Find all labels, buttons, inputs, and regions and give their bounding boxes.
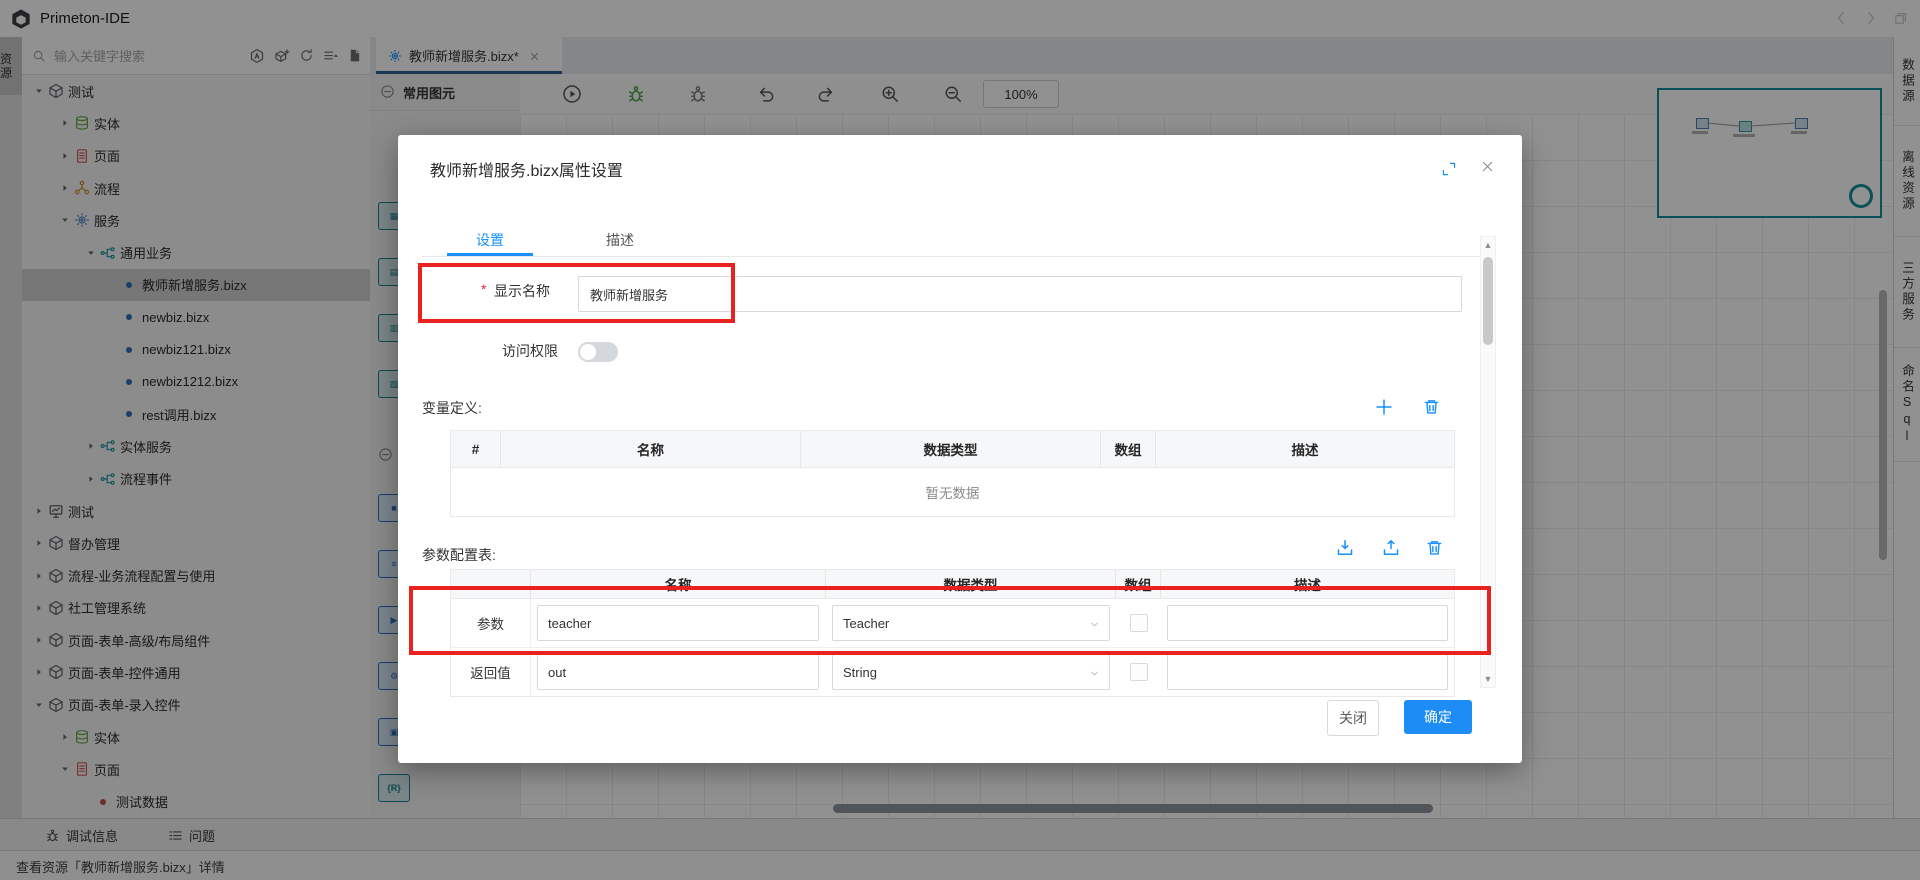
var-col-header: 名称 [501, 431, 801, 467]
access-label: 访问权限 [502, 341, 558, 361]
dialog-close-icon[interactable] [1480, 158, 1495, 176]
dialog-tab-2[interactable]: 描述 [577, 227, 663, 253]
app-window: Primeton-IDE 资源 测试实体页面流程服务通用业务教师新增服务.biz… [0, 0, 1920, 880]
export-params-icon[interactable] [1381, 538, 1401, 558]
annotation-box-param-row [409, 586, 1491, 655]
properties-dialog: 教师新增服务.bizx属性设置 设置描述 * 显示名称 访问权限 变量定义: #… [398, 135, 1522, 763]
fullscreen-icon[interactable] [1441, 160, 1457, 178]
variables-table: #名称数据类型数组描述 暂无数据 [450, 430, 1455, 517]
param-name-input[interactable] [537, 654, 819, 690]
var-col-header: 数组 [1101, 431, 1156, 467]
import-params-icon[interactable] [1335, 538, 1355, 558]
scrollbar-thumb[interactable] [1483, 257, 1493, 345]
param-desc-input[interactable] [1167, 654, 1448, 690]
access-toggle[interactable] [578, 342, 618, 362]
ok-button[interactable]: 确定 [1404, 700, 1472, 734]
param-kind-label: 返回值 [451, 648, 531, 696]
variables-title: 变量定义: [422, 398, 482, 418]
scroll-down-icon[interactable]: ▼ [1481, 674, 1495, 684]
close-button[interactable]: 关闭 [1327, 700, 1379, 736]
var-col-header: 数据类型 [801, 431, 1101, 467]
fullscreen-icon[interactable] [1441, 161, 1457, 177]
delete-params-icon[interactable] [1425, 538, 1445, 558]
scroll-up-icon[interactable]: ▲ [1481, 240, 1495, 250]
add-variable-icon[interactable] [1374, 397, 1394, 417]
add-variable-icon[interactable] [1374, 397, 1394, 417]
var-col-header: # [451, 431, 501, 467]
delete-params-icon[interactable] [1425, 538, 1444, 557]
chevron-down-icon[interactable] [1088, 667, 1101, 680]
export-params-icon[interactable] [1381, 538, 1401, 558]
params-title: 参数配置表: [422, 545, 496, 565]
param-row: 返回值 String [451, 648, 1454, 696]
dialog-close-icon[interactable] [1480, 159, 1495, 174]
var-col-header: 描述 [1156, 431, 1454, 467]
annotation-box-display-name [418, 263, 735, 323]
variables-empty-text: 暂无数据 [451, 468, 1454, 516]
dialog-title: 教师新增服务.bizx属性设置 [430, 157, 623, 181]
import-params-icon[interactable] [1335, 538, 1355, 558]
delete-variable-icon[interactable] [1422, 397, 1441, 416]
param-array-checkbox[interactable] [1130, 663, 1148, 681]
dialog-tab-1[interactable]: 设置 [447, 227, 533, 253]
delete-variable-icon[interactable] [1422, 397, 1442, 417]
param-type-select[interactable]: String [832, 654, 1110, 690]
